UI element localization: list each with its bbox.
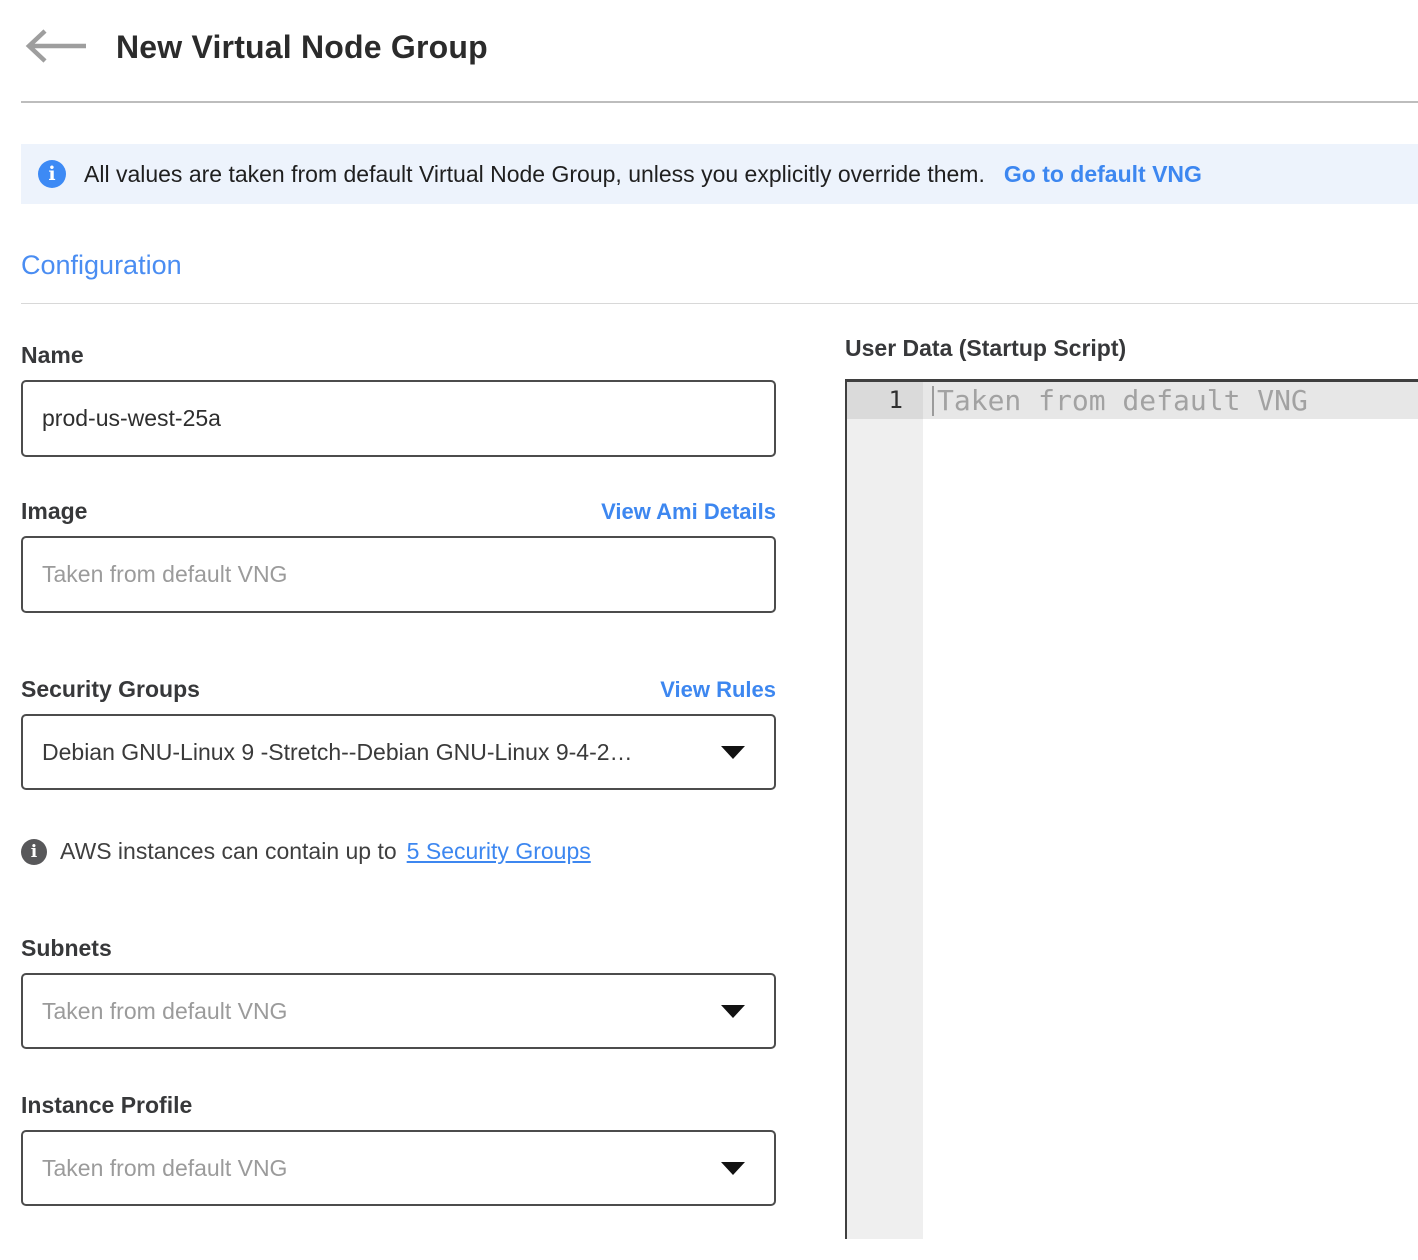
caret-down-icon — [721, 1005, 745, 1018]
subnets-select[interactable]: Taken from default VNG — [21, 973, 776, 1049]
security-groups-note-text: AWS instances can contain up to — [60, 838, 397, 865]
form-right-column: User Data (Startup Script) 1 Taken from … — [845, 334, 1418, 1239]
image-label: Image — [21, 497, 87, 525]
text-cursor — [932, 386, 934, 416]
info-banner: i All values are taken from default Virt… — [21, 144, 1418, 204]
page-header: New Virtual Node Group — [24, 24, 1418, 70]
security-groups-selected-value: Debian GNU-Linux 9 -Stretch--Debian GNU-… — [42, 739, 633, 766]
security-groups-label-row: Security Groups View Rules — [21, 675, 776, 703]
header-divider — [21, 101, 1418, 103]
name-label: Name — [21, 341, 84, 369]
subnets-placeholder: Taken from default VNG — [42, 998, 287, 1025]
instance-profile-label-row: Instance Profile — [21, 1091, 776, 1119]
back-button[interactable] — [24, 27, 88, 68]
section-divider — [21, 303, 1418, 304]
configuration-section-title: Configuration — [21, 250, 1418, 281]
go-to-default-vng-link[interactable]: Go to default VNG — [1004, 161, 1202, 188]
editor-placeholder: Taken from default VNG — [937, 384, 1308, 417]
image-input[interactable] — [21, 536, 776, 613]
form-left-column: Name Image View Ami Details Security Gro… — [21, 341, 776, 1239]
subnets-label: Subnets — [21, 934, 112, 962]
user-data-editor[interactable]: 1 Taken from default VNG — [845, 379, 1418, 1239]
page-title: New Virtual Node Group — [116, 29, 488, 66]
info-icon: i — [21, 839, 47, 865]
instance-profile-placeholder: Taken from default VNG — [42, 1155, 287, 1182]
editor-line-number: 1 — [847, 382, 923, 419]
security-groups-note: i AWS instances can contain up to 5 Secu… — [21, 838, 776, 865]
instance-profile-select[interactable]: Taken from default VNG — [21, 1130, 776, 1206]
arrow-left-icon — [24, 27, 88, 68]
user-data-label: User Data (Startup Script) — [845, 334, 1126, 362]
image-label-row: Image View Ami Details — [21, 497, 776, 525]
name-label-row: Name — [21, 341, 776, 369]
form-body: Name Image View Ami Details Security Gro… — [0, 341, 1418, 1239]
editor-gutter — [847, 419, 923, 1239]
name-input[interactable] — [21, 380, 776, 457]
info-icon: i — [38, 160, 66, 188]
security-groups-select[interactable]: Debian GNU-Linux 9 -Stretch--Debian GNU-… — [21, 714, 776, 790]
new-virtual-node-group-page: New Virtual Node Group i All values are … — [0, 24, 1418, 1260]
banner-text: All values are taken from default Virtua… — [84, 161, 985, 188]
user-data-label-row: User Data (Startup Script) — [845, 334, 1418, 362]
subnets-label-row: Subnets — [21, 934, 776, 962]
view-rules-link[interactable]: View Rules — [660, 677, 776, 703]
caret-down-icon — [721, 1162, 745, 1175]
security-groups-label: Security Groups — [21, 675, 200, 703]
view-ami-details-link[interactable]: View Ami Details — [601, 499, 776, 525]
instance-profile-label: Instance Profile — [21, 1091, 192, 1119]
caret-down-icon — [721, 746, 745, 759]
editor-active-line[interactable]: Taken from default VNG — [923, 382, 1418, 419]
editor-content-area[interactable] — [923, 419, 1418, 1239]
five-security-groups-link[interactable]: 5 Security Groups — [407, 838, 591, 865]
